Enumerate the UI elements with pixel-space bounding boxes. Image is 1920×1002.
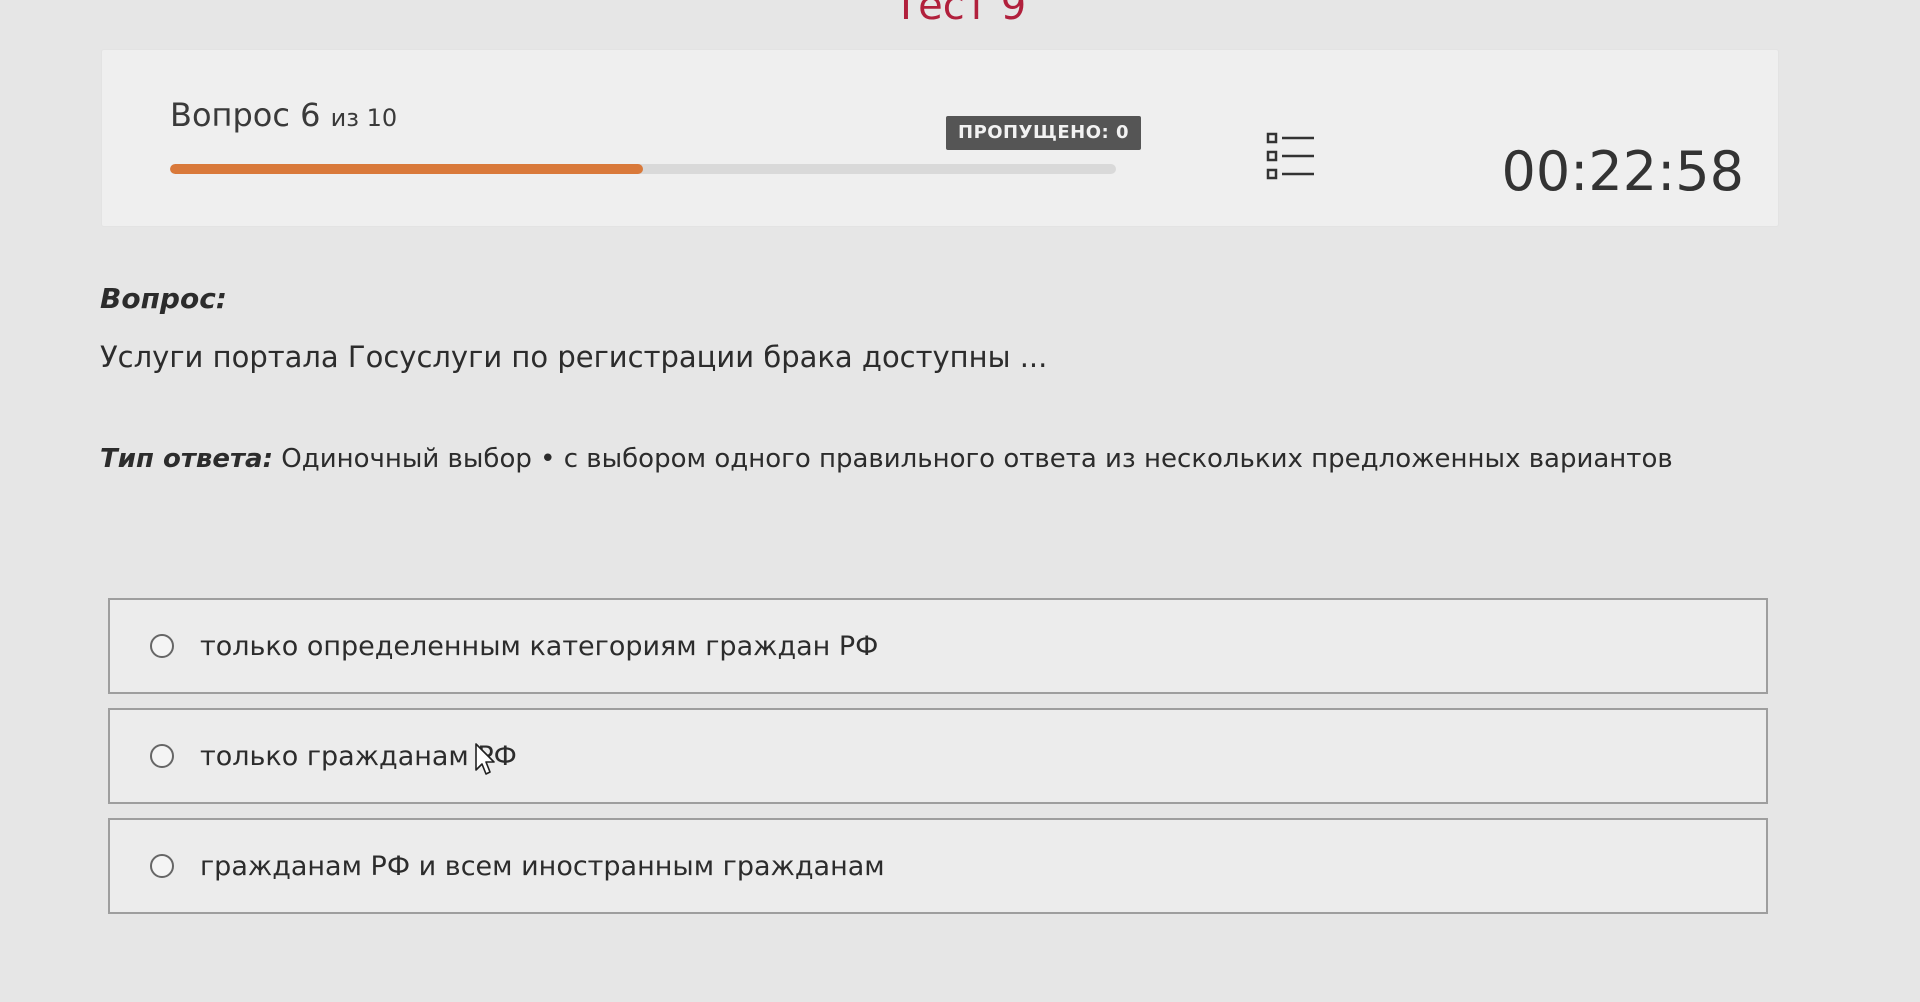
countdown-timer: 00:22:58 (1501, 140, 1744, 203)
answer-option-label: только гражданам РФ (200, 740, 517, 772)
radio-button[interactable] (150, 854, 174, 878)
answer-option-1[interactable]: только определенным категориям граждан Р… (108, 598, 1768, 694)
mouse-cursor-icon (474, 742, 498, 778)
quiz-status-bar: Вопрос 6 из 10 ПРОПУЩЕНО: 0 00:22:58 (102, 50, 1778, 226)
answer-type-label: Тип ответа: (100, 444, 273, 474)
answer-type: Тип ответа: Одиночный выбор • с выбором … (100, 444, 1673, 474)
progress-bar (170, 164, 1116, 174)
answer-option-3[interactable]: гражданам РФ и всем иностранным граждана… (108, 818, 1768, 914)
page-title: Тест 9 (893, 0, 1027, 29)
answer-options: только определенным категориям граждан Р… (108, 598, 1768, 928)
radio-button[interactable] (150, 634, 174, 658)
answer-option-label: только определенным категориям граждан Р… (200, 630, 879, 662)
question-text: Услуги портала Госуслуги по регистрации … (100, 340, 1048, 374)
answer-option-2[interactable]: только гражданам РФ (108, 708, 1768, 804)
question-counter: Вопрос 6 из 10 (170, 96, 397, 134)
answer-option-label: гражданам РФ и всем иностранным граждана… (200, 850, 885, 882)
progress-fill (170, 164, 643, 174)
skipped-badge: ПРОПУЩЕНО: 0 (946, 116, 1142, 150)
question-total: из 10 (330, 104, 398, 132)
answer-type-text: Одиночный выбор • с выбором одного прави… (281, 444, 1673, 474)
radio-button[interactable] (150, 744, 174, 768)
question-number: Вопрос 6 (170, 96, 321, 134)
question-heading: Вопрос: (100, 282, 227, 315)
question-list-icon[interactable] (1264, 130, 1316, 182)
